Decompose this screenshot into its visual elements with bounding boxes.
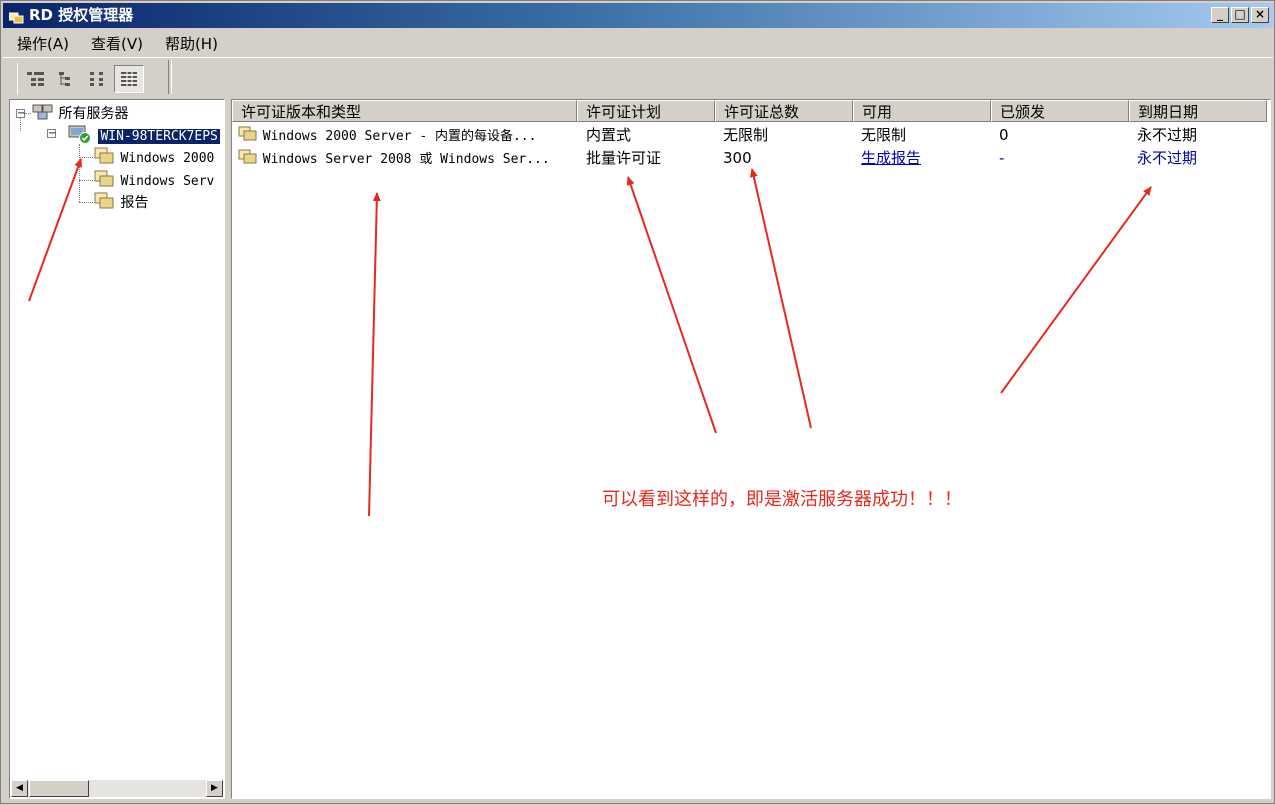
annotation-text: 可以看到这样的，即是激活服务器成功！！！: [602, 489, 962, 510]
arrow-to-expiry-date: [1000, 186, 1152, 394]
arrow-to-total-licenses: [749, 168, 812, 429]
arrow-to-license-program: [626, 176, 717, 434]
rd-licensing-manager-window: RD 授权管理器 _ □ × 操作(A) 查看(V) 帮助(H) − 所有服务器…: [0, 0, 1275, 804]
arrow-to-license-type: [368, 192, 381, 517]
annotation-arrows: [28, 158, 1152, 517]
arrow-to-server: [28, 158, 83, 302]
